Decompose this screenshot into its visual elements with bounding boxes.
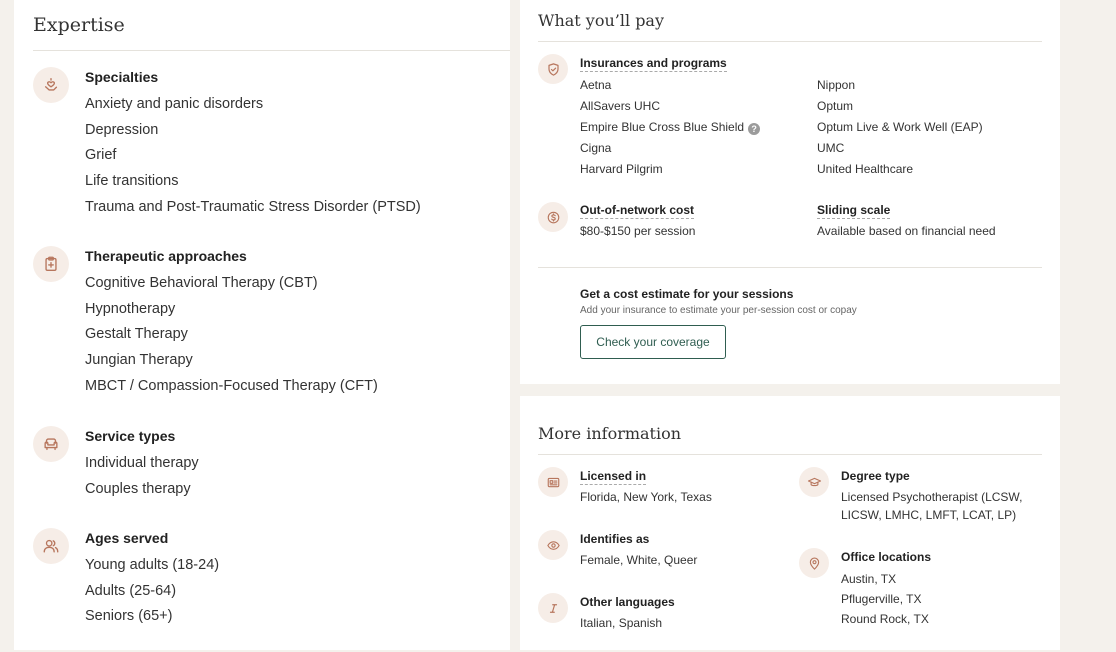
divider: [538, 41, 1042, 42]
specialties-list: Anxiety and panic disorders Depression G…: [85, 94, 421, 222]
shield-check-icon: [538, 54, 568, 84]
approaches-list: Cognitive Behavioral Therapy (CBT) Hypno…: [85, 273, 378, 401]
id-card-icon: [538, 467, 568, 497]
list-item: Pflugerville, TX: [841, 592, 922, 606]
expertise-panel: Expertise Specialties Anxiety and panic …: [14, 0, 510, 650]
list-item: UMC: [817, 141, 845, 155]
armchair-icon: [33, 426, 69, 462]
list-item: Empire Blue Cross Blue Shield?: [580, 119, 761, 140]
pay-panel: What you’ll pay Insurances and programs …: [520, 0, 1060, 384]
list-item: Hypnotherapy: [85, 300, 176, 317]
degree-type-line2: LICSW, LMHC, LMFT, LCAT, LP): [841, 508, 1017, 522]
expertise-title: Expertise: [33, 14, 125, 36]
more-info-title: More information: [538, 424, 682, 443]
insurance-heading[interactable]: Insurances and programs: [580, 56, 727, 72]
divider: [538, 267, 1042, 268]
office-locations-heading: Office locations: [841, 550, 932, 564]
graduation-cap-icon: [799, 467, 829, 497]
divider: [538, 454, 1042, 455]
office-locations-list: Austin, TX Pflugerville, TX Round Rock, …: [841, 571, 929, 631]
service-types-list: Individual therapy Couples therapy: [85, 453, 199, 504]
list-item: Optum Live & Work Well (EAP): [817, 120, 983, 134]
out-of-network-heading[interactable]: Out-of-network cost: [580, 203, 694, 219]
list-item: Young adults (18-24): [85, 557, 220, 573]
estimate-heading: Get a cost estimate for your sessions: [580, 287, 794, 301]
list-item: Adults (25-64): [85, 582, 177, 599]
list-item: MBCT / Compassion-Focused Therapy (CFT): [85, 377, 378, 394]
insurance-list-col1: Aetna AllSavers UHC Empire Blue Cross Bl…: [580, 77, 761, 182]
list-item: Grief: [85, 147, 117, 164]
list-item: Cognitive Behavioral Therapy (CBT): [85, 275, 318, 291]
ages-served-title: Ages served: [85, 530, 169, 546]
identifies-as-value: Female, White, Queer: [580, 553, 698, 567]
users-icon: [33, 528, 69, 564]
clipboard-plus-icon: [33, 246, 69, 282]
list-item: Depression: [85, 121, 159, 138]
list-item: Life transitions: [85, 173, 179, 190]
list-item: Individual therapy: [85, 455, 199, 471]
list-item: Jungian Therapy: [85, 352, 193, 369]
service-types-title: Service types: [85, 428, 176, 444]
insurance-name: Empire Blue Cross Blue Shield: [580, 120, 745, 134]
location-pin-icon: [799, 548, 829, 578]
sliding-scale-heading[interactable]: Sliding scale: [817, 203, 891, 219]
identifies-as-heading: Identifies as: [580, 532, 650, 546]
list-item: Seniors (65+): [85, 608, 173, 625]
help-icon[interactable]: ?: [748, 123, 761, 135]
approaches-title: Therapeutic approaches: [85, 248, 247, 264]
specialties-title: Specialties: [85, 69, 159, 85]
list-item: Harvard Pilgrim: [580, 162, 663, 176]
list-item: Nippon: [817, 78, 856, 92]
sliding-scale-value: Available based on financial need: [817, 224, 996, 238]
insurance-list-col2: Nippon Optum Optum Live & Work Well (EAP…: [817, 77, 983, 182]
list-item: Couples therapy: [85, 480, 191, 497]
degree-type-line1: Licensed Psychotherapist (LCSW,: [841, 490, 1023, 504]
licensed-in-value: Florida, New York, Texas: [580, 490, 712, 504]
languages-value: Italian, Spanish: [580, 616, 663, 630]
ages-served-list: Young adults (18-24) Adults (25-64) Seni…: [85, 555, 219, 632]
estimate-subtext: Add your insurance to estimate your per-…: [580, 305, 857, 316]
languages-heading: Other languages: [580, 595, 675, 609]
list-item: Austin, TX: [841, 572, 897, 586]
out-of-network-value: $80-$150 per session: [580, 224, 696, 238]
list-item: Aetna: [580, 78, 612, 92]
divider: [33, 50, 510, 51]
list-item: Round Rock, TX: [841, 612, 929, 626]
list-item: Optum: [817, 99, 854, 113]
pay-title: What you’ll pay: [538, 11, 665, 30]
degree-type-heading: Degree type: [841, 469, 910, 483]
eye-icon: [538, 530, 568, 560]
list-item: Trauma and Post-Traumatic Stress Disorde…: [85, 198, 421, 215]
italic-text-icon: [538, 593, 568, 623]
list-item: Gestalt Therapy: [85, 326, 188, 343]
list-item: AllSavers UHC: [580, 99, 661, 113]
heart-hand-icon: [33, 67, 69, 103]
check-coverage-button[interactable]: Check your coverage: [580, 325, 726, 359]
list-item: Cigna: [580, 141, 612, 155]
licensed-in-heading[interactable]: Licensed in: [580, 469, 647, 485]
list-item: United Healthcare: [817, 162, 914, 176]
dollar-coin-icon: [538, 202, 568, 232]
more-info-panel: More information Licensed in Florida, Ne…: [520, 396, 1060, 650]
list-item: Anxiety and panic disorders: [85, 96, 264, 112]
